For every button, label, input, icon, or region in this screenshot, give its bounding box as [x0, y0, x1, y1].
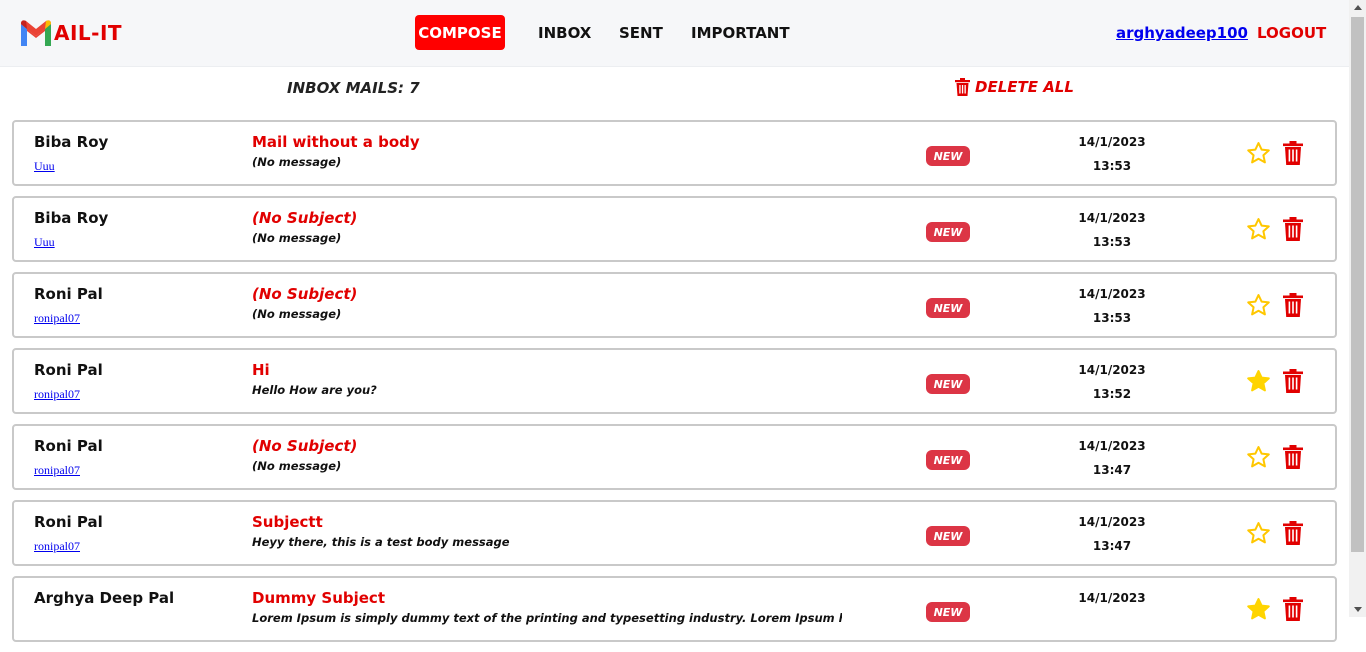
new-badge: NEW [926, 450, 970, 470]
new-badge: NEW [926, 146, 970, 166]
nav-sent[interactable]: SENT [619, 24, 663, 42]
mail-row[interactable]: Biba Roy Uuu (No Subject) (No message) NEW 14… [12, 196, 1337, 262]
new-badge: NEW [926, 298, 970, 318]
new-badge: NEW [926, 374, 970, 394]
trash-icon[interactable] [1283, 293, 1303, 317]
mail-time: 13:52 [1092, 387, 1132, 401]
mail-row[interactable]: Roni Pal ronipal07 (No Subject) (No message… [12, 272, 1337, 338]
mail-sender: Biba Roy [34, 209, 109, 227]
mail-subject[interactable]: Mail without a body [252, 133, 420, 151]
scroll-up-arrow-icon[interactable] [1354, 5, 1362, 10]
mail-body-preview: (No message) [252, 155, 342, 169]
star-filled-icon[interactable] [1246, 369, 1271, 394]
mail-sender-link[interactable]: Uuu [34, 159, 55, 174]
mail-date: 14/1/2023 [1078, 591, 1146, 605]
brand-logo[interactable]: AIL-IT [19, 18, 122, 48]
scroll-down-arrow-icon[interactable] [1354, 607, 1362, 612]
trash-icon[interactable] [1283, 369, 1303, 393]
mail-body-preview: Heyy there, this is a test body message [252, 535, 510, 549]
new-badge: NEW [926, 222, 970, 242]
user-link[interactable]: arghyadeep100 [1116, 24, 1248, 42]
trash-icon[interactable] [1283, 217, 1303, 241]
trash-icon [955, 78, 970, 96]
mail-date: 14/1/2023 [1078, 439, 1146, 453]
inbox-count: INBOX MAILS: 7 [287, 79, 420, 97]
gmail-m-icon [21, 20, 51, 46]
mail-subject[interactable]: Dummy Subject [252, 589, 385, 607]
mail-subject[interactable]: (No Subject) [252, 437, 357, 455]
trash-icon[interactable] [1283, 521, 1303, 545]
delete-all-label: DELETE ALL [975, 78, 1074, 96]
mail-date: 14/1/2023 [1078, 211, 1146, 225]
logout-button[interactable]: LOGOUT [1257, 24, 1326, 42]
star-outline-icon[interactable] [1246, 521, 1271, 546]
mail-time: 13:53 [1092, 311, 1132, 325]
mail-body-preview: Hello How are you? [252, 383, 377, 397]
star-outline-icon[interactable] [1246, 293, 1271, 318]
mail-row[interactable]: Arghya Deep Pal Dummy Subject Lorem Ipsum … [12, 576, 1337, 642]
mail-list: Biba Roy Uuu Mail without a body (No messag… [12, 120, 1337, 652]
mail-sender: Roni Pal [34, 437, 103, 455]
mail-subject[interactable]: (No Subject) [252, 285, 357, 303]
mail-row[interactable]: Roni Pal ronipal07 Hi Hello How are you? NEW… [12, 348, 1337, 414]
mail-date: 14/1/2023 [1078, 135, 1146, 149]
mail-date: 14/1/2023 [1078, 515, 1146, 529]
mail-date: 14/1/2023 [1078, 363, 1146, 377]
scrollbar[interactable] [1349, 0, 1366, 617]
mail-row[interactable]: Roni Pal ronipal07 Subjectt Heyy there, thi… [12, 500, 1337, 566]
new-badge: NEW [926, 602, 970, 622]
mail-subject[interactable]: Subjectt [252, 513, 323, 531]
star-filled-icon[interactable] [1246, 597, 1271, 622]
mail-body-preview: (No message) [252, 231, 342, 245]
trash-icon[interactable] [1283, 141, 1303, 165]
new-badge: NEW [926, 526, 970, 546]
mail-sender: Roni Pal [34, 285, 103, 303]
mail-time: 13:47 [1092, 463, 1132, 477]
mail-sender: Roni Pal [34, 513, 103, 531]
star-outline-icon[interactable] [1246, 217, 1271, 242]
mail-row[interactable]: Biba Roy Uuu Mail without a body (No messag… [12, 120, 1337, 186]
trash-icon[interactable] [1283, 445, 1303, 469]
compose-button[interactable]: COMPOSE [415, 15, 505, 50]
mail-sender-link[interactable]: ronipal07 [34, 387, 80, 402]
mail-sender: Biba Roy [34, 133, 109, 151]
nav-important[interactable]: IMPORTANT [691, 24, 790, 42]
mail-sender-link[interactable]: Uuu [34, 235, 55, 250]
mail-time: 13:53 [1092, 235, 1132, 249]
mail-subject[interactable]: (No Subject) [252, 209, 357, 227]
mail-body-preview: (No message) [252, 459, 342, 473]
mail-sender-link[interactable]: ronipal07 [34, 311, 80, 326]
mail-body-preview: Lorem Ipsum is simply dummy text of the … [252, 611, 842, 625]
mail-time: 13:47 [1092, 539, 1132, 553]
mail-sender: Roni Pal [34, 361, 103, 379]
brand-text: AIL-IT [54, 21, 123, 45]
mail-sender: Arghya Deep Pal [34, 589, 175, 607]
mail-date: 14/1/2023 [1078, 287, 1146, 301]
trash-icon[interactable] [1283, 597, 1303, 621]
star-outline-icon[interactable] [1246, 445, 1271, 470]
delete-all-button[interactable]: DELETE ALL [955, 78, 1074, 96]
nav-inbox[interactable]: INBOX [538, 24, 591, 42]
mail-subject[interactable]: Hi [252, 361, 270, 379]
mail-sender-link[interactable]: ronipal07 [34, 463, 80, 478]
mail-body-preview: (No message) [252, 307, 342, 321]
navbar: AIL-IT COMPOSE INBOX SENT IMPORTANT argh… [0, 0, 1349, 67]
mail-row[interactable]: Roni Pal ronipal07 (No Subject) (No message… [12, 424, 1337, 490]
mail-time: 13:53 [1092, 159, 1132, 173]
mail-sender-link[interactable]: ronipal07 [34, 539, 80, 554]
star-outline-icon[interactable] [1246, 141, 1271, 166]
scroll-thumb[interactable] [1351, 17, 1364, 552]
